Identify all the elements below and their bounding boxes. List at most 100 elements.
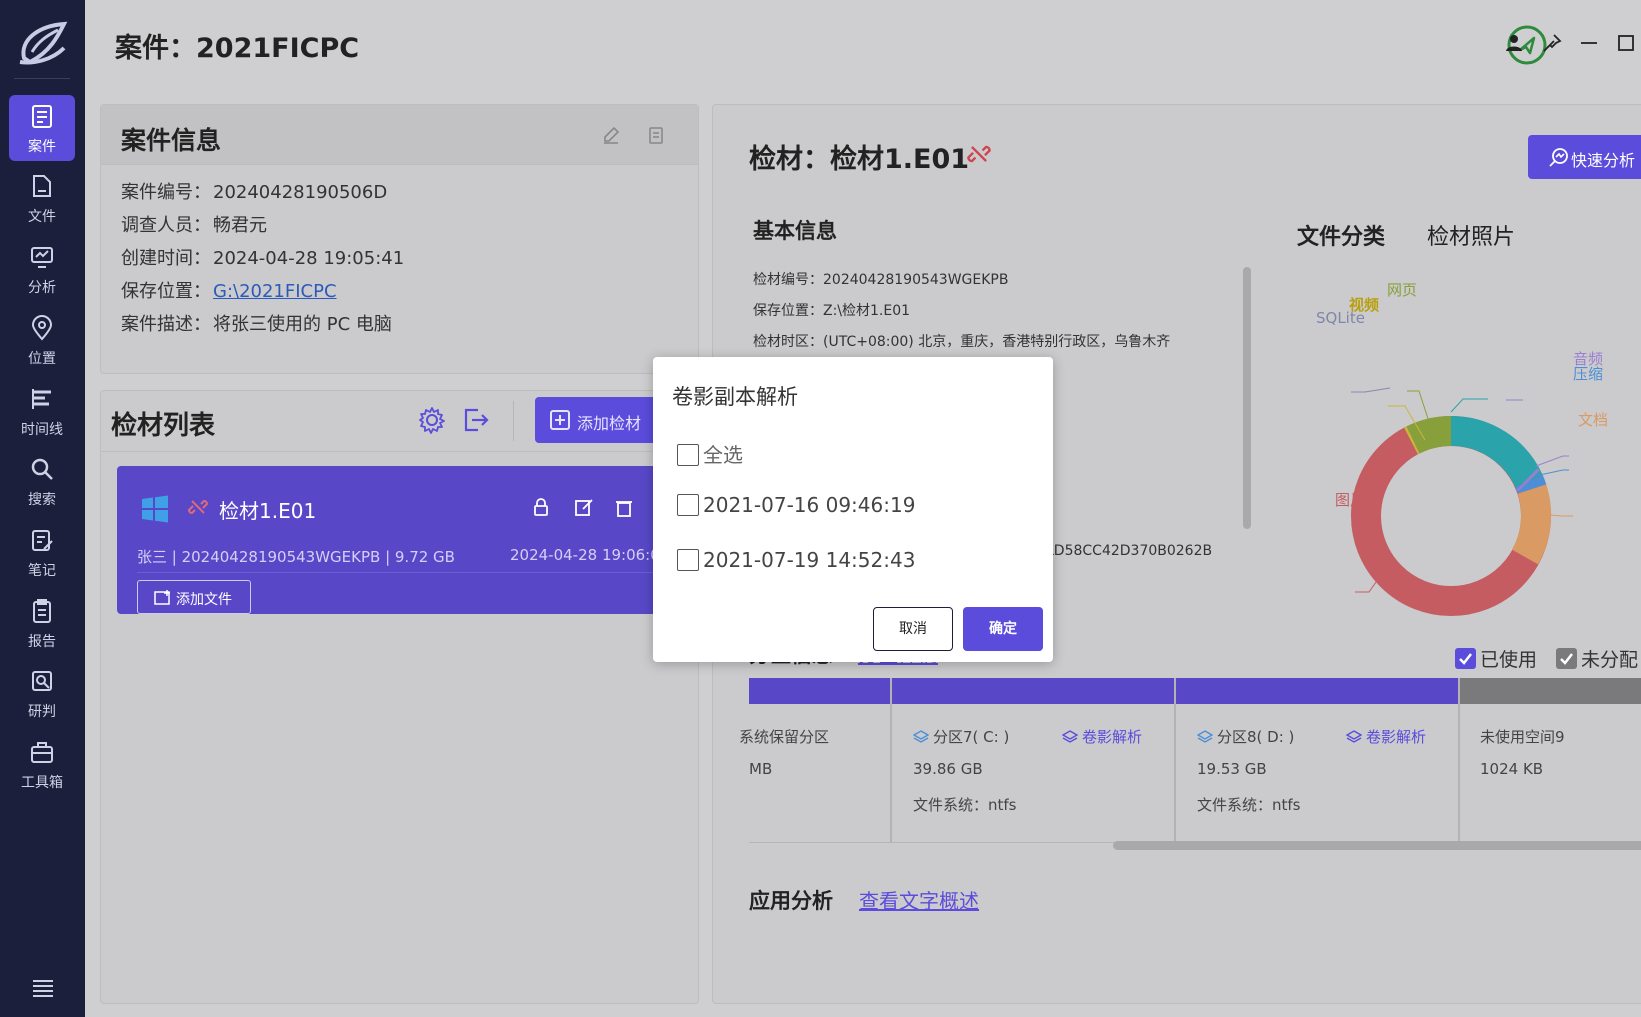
- top-header: 案件：2021FICPC: [85, 0, 1641, 86]
- search-icon: [31, 458, 53, 480]
- confirm-button[interactable]: 确定: [963, 607, 1043, 651]
- shadow-copy-dialog: 卷影副本解析 全选 2021-07-16 09:46:19 2021-07-19…: [653, 357, 1053, 662]
- partition-system-reserved[interactable]: 系统保留分区 MB: [739, 678, 892, 842]
- partition-usage-bar: [1460, 678, 1641, 704]
- logo-divider: [14, 78, 70, 79]
- partition-usage-bar: [1176, 678, 1458, 704]
- layers-icon: [1196, 730, 1214, 743]
- sidebar-item-search[interactable]: 搜索: [9, 448, 75, 514]
- app-analysis-title: 应用分析: [749, 889, 833, 913]
- export-icon[interactable]: [461, 405, 491, 435]
- save-location-row: 保存位置： G:\2021FICPC: [121, 281, 337, 302]
- analysis-icon: [31, 247, 53, 268]
- menu-icon[interactable]: [31, 978, 55, 998]
- delete-icon[interactable]: [613, 496, 635, 518]
- checkbox-checked-icon: [1455, 648, 1476, 669]
- sidebar-item-file[interactable]: 文件: [9, 165, 75, 231]
- case-icon: [32, 105, 52, 128]
- sidebar-item-label: 案件: [28, 139, 56, 155]
- basic-info-title: 基本信息: [753, 219, 837, 243]
- shadow-copy-option[interactable]: 2021-07-19 14:52:43: [677, 548, 915, 572]
- pie-label-image: 图片: [1335, 491, 1366, 509]
- clipboard-icon[interactable]: [646, 125, 666, 145]
- list-divider: [101, 451, 698, 452]
- user-icon[interactable]: [1503, 32, 1525, 54]
- sidebar-item-notes[interactable]: 笔记: [9, 519, 75, 585]
- sidebar-item-label: 文件: [28, 209, 56, 225]
- gear-icon[interactable]: [417, 405, 447, 435]
- partition-scrollbar[interactable]: [1113, 841, 1641, 850]
- partition-usage-bar: [892, 678, 1174, 704]
- sidebar-item-report[interactable]: 报告: [9, 590, 75, 656]
- edit-icon[interactable]: [601, 125, 621, 145]
- evidence-number-row: 检材编号：20240428190543WGEKPB: [753, 272, 1009, 288]
- evidence-timezone-row: 检材时区：(UTC+08:00) 北京，重庆，香港特别行政区，乌鲁木齐: [753, 334, 1171, 350]
- sidebar-item-label: 时间线: [21, 422, 63, 438]
- lock-icon[interactable]: [530, 496, 552, 518]
- shadow-copy-option[interactable]: 2021-07-16 09:46:19: [677, 493, 915, 517]
- partition-c[interactable]: 分区7( C: ) 卷影解析 39.86 GB 文件系统：ntfs: [892, 678, 1176, 842]
- file-icon: [33, 175, 51, 197]
- pie-label-web: 网页: [1387, 281, 1418, 299]
- layers-icon: [1061, 730, 1079, 743]
- case-info-panel: 案件信息 案件编号： 20240428190506D 调查人员： 畅君元 创建时间：…: [100, 104, 699, 374]
- card-divider: [137, 572, 717, 573]
- tab-file-category[interactable]: 文件分类: [1297, 219, 1385, 251]
- donut-slice-video: [1404, 426, 1420, 455]
- shadow-copy-link[interactable]: 卷影解析: [1061, 726, 1142, 747]
- sidebar: 案件 文件 分析 位置 时间线 搜索 笔记 报告 研判 工具箱: [0, 0, 85, 1017]
- sidebar-item-label: 笔记: [28, 563, 56, 579]
- case-number-row: 案件编号： 20240428190506D: [121, 182, 388, 203]
- page-title: 案件：2021FICPC: [115, 33, 360, 64]
- sidebar-item-case[interactable]: 案件: [9, 95, 75, 161]
- sidebar-item-label: 工具箱: [21, 775, 63, 791]
- partition-d[interactable]: 分区8( D: ) 卷影解析 19.53 GB 文件系统：ntfs: [1176, 678, 1460, 842]
- partition-usage-bar: [749, 678, 890, 704]
- evidence-card[interactable]: 检材1.E01 张三 | 20240428190543WGEKPB | 9.72…: [117, 466, 717, 614]
- save-location-link[interactable]: G:\2021FICPC: [213, 281, 337, 302]
- created-time-row: 创建时间： 2024-04-28 19:05:41: [121, 248, 405, 269]
- case-info-header: 案件信息: [101, 105, 698, 165]
- partition-unused[interactable]: 未使用空间9 1024 KB: [1460, 678, 1641, 842]
- unlink-icon: [187, 499, 209, 515]
- legend-unallocated[interactable]: 未分配: [1556, 645, 1638, 672]
- minimize-icon[interactable]: [1578, 32, 1600, 54]
- sidebar-item-toolbox[interactable]: 工具箱: [9, 731, 75, 797]
- shadow-copy-link[interactable]: 卷影解析: [1345, 726, 1426, 747]
- quick-analysis-icon: [1549, 148, 1568, 167]
- sidebar-item-label: 研判: [28, 704, 56, 720]
- timeline-icon: [32, 389, 51, 409]
- layers-icon: [1345, 730, 1363, 743]
- sidebar-item-location[interactable]: 位置: [9, 307, 75, 373]
- app-logo: [19, 21, 68, 65]
- windows-icon: [142, 495, 168, 523]
- donut-slice-other: [1450, 415, 1543, 488]
- legend-used[interactable]: 已使用: [1455, 645, 1537, 672]
- tab-evidence-photo[interactable]: 检材照片: [1427, 219, 1515, 251]
- toolbar-divider: [513, 401, 514, 441]
- edit-icon[interactable]: [573, 496, 595, 518]
- donut-slice-document: [1511, 484, 1552, 565]
- quick-analysis-button[interactable]: 快速分析: [1528, 135, 1641, 179]
- case-info-title: 案件信息: [121, 126, 222, 155]
- checkbox-icon: [677, 444, 699, 466]
- sidebar-item-timeline[interactable]: 时间线: [9, 378, 75, 444]
- add-file-button[interactable]: 添加文件: [137, 580, 251, 614]
- view-summary-link[interactable]: 查看文字概述: [859, 885, 979, 914]
- select-all-checkbox[interactable]: 全选: [677, 439, 743, 468]
- sidebar-item-analysis[interactable]: 分析: [9, 236, 75, 302]
- cancel-button[interactable]: 取消: [873, 607, 953, 651]
- investigator-row: 调查人员： 畅君元: [121, 215, 267, 236]
- maximize-icon[interactable]: [1615, 32, 1637, 54]
- basic-info-scrollbar[interactable]: [1243, 267, 1251, 529]
- add-icon: [550, 410, 570, 430]
- pin-icon[interactable]: [1541, 32, 1563, 54]
- evidence-date: 2024-04-28 19:06:0: [510, 546, 660, 564]
- location-icon: [31, 315, 53, 341]
- evidence-detail-title: 检材：检材1.E01: [749, 144, 970, 175]
- dialog-title: 卷影副本解析: [672, 385, 798, 409]
- sidebar-item-label: 搜索: [28, 492, 56, 508]
- report-icon: [33, 599, 51, 623]
- sidebar-item-judge[interactable]: 研判: [9, 660, 75, 726]
- donut-slice-compress: [1515, 475, 1547, 494]
